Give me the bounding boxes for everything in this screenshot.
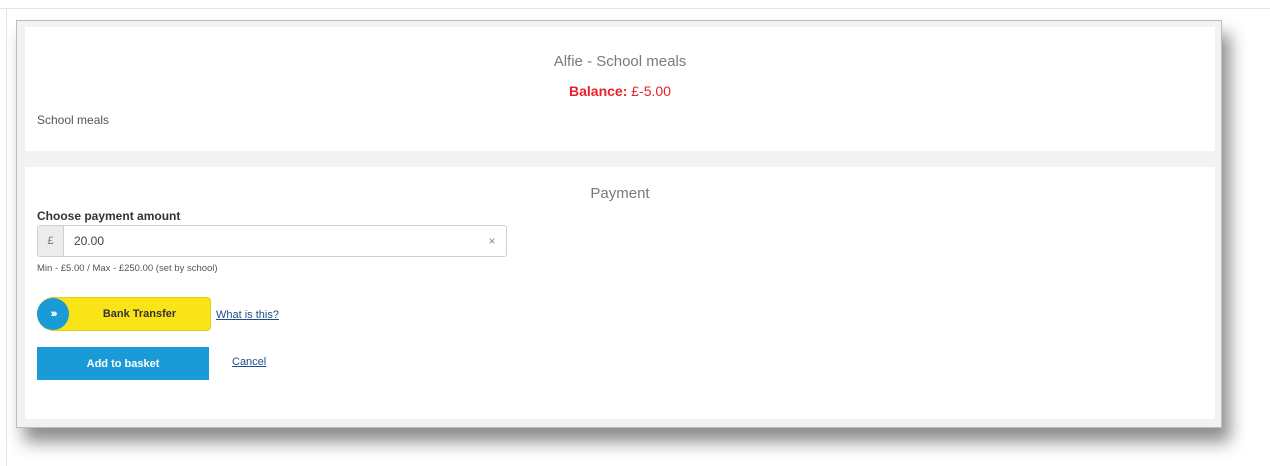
what-is-this-link[interactable]: What is this? xyxy=(216,309,279,321)
payment-panel: Payment Choose payment amount £ × Min - … xyxy=(25,167,1215,419)
balance-label: Balance: xyxy=(569,83,628,99)
account-summary-panel: Alfie - School meals Balance: £-5.00 Sch… xyxy=(25,27,1215,151)
amount-input-group: £ × xyxy=(37,225,507,257)
amount-label: Choose payment amount xyxy=(37,209,181,223)
account-title: Alfie - School meals xyxy=(553,53,687,70)
add-to-basket-button[interactable]: Add to basket xyxy=(37,347,209,380)
account-description: School meals xyxy=(37,113,110,127)
chevrons-right-icon: ››› xyxy=(37,298,69,330)
payment-heading: Payment xyxy=(590,185,650,202)
amount-limits-text: Min - £5.00 / Max - £250.00 (set by scho… xyxy=(37,263,218,274)
amount-input[interactable] xyxy=(64,226,478,256)
balance-value: £-5.00 xyxy=(631,83,671,99)
currency-addon: £ xyxy=(38,226,64,256)
balance-line: Balance: £-5.00 xyxy=(25,83,1215,99)
bank-transfer-label: Bank Transfer xyxy=(102,308,177,320)
payment-card: Alfie - School meals Balance: £-5.00 Sch… xyxy=(16,20,1222,428)
clear-icon[interactable]: × xyxy=(478,226,506,256)
page-divider-left xyxy=(6,8,7,466)
cancel-link[interactable]: Cancel xyxy=(232,356,266,368)
bank-transfer-button[interactable]: ››› Bank Transfer xyxy=(37,297,211,331)
page-divider-top xyxy=(0,8,1270,9)
